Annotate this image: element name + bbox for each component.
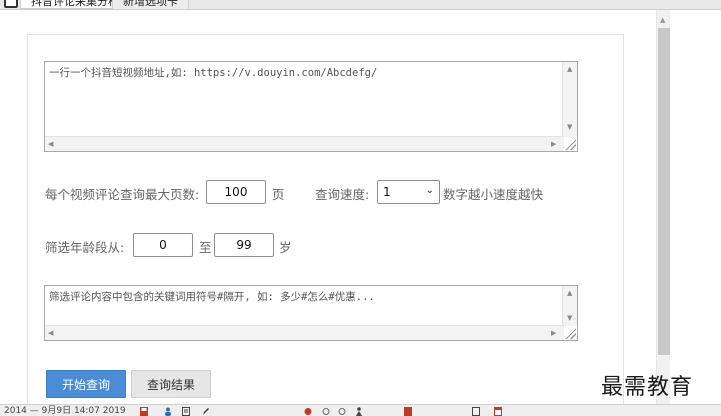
tab-bar: 抖音评论采集分析 新增选项卡 [0, 0, 721, 10]
age-label: 筛选年龄段从: [45, 240, 125, 255]
max-pages-label: 每个视频评论查询最大页数: [45, 187, 200, 202]
scrollbar-thumb[interactable] [658, 28, 670, 355]
circle-icon[interactable] [304, 407, 312, 416]
max-pages-unit: 页 [272, 187, 285, 202]
url-textarea-placeholder: 一行一个抖音短视频地址,如: https://v.douyin.com/Abcd… [49, 67, 378, 79]
grid-icon[interactable] [404, 407, 412, 416]
keyword-textarea[interactable]: 筛选评论内容中包含的关键词用符号#隔开, 如: 多少#怎么#优惠... ▲ ▼ … [44, 285, 578, 341]
status-text: 2014 — 9月9日 14:07 2019 [4, 406, 126, 416]
start-query-button[interactable]: 开始查询 [46, 370, 126, 398]
scroll-left-arrow-icon[interactable]: ◀ [48, 329, 53, 337]
app-window-icon [4, 0, 18, 8]
max-pages-input[interactable]: 100 [206, 180, 266, 204]
scroll-right-arrow-icon[interactable]: ▶ [551, 140, 556, 148]
document-icon[interactable] [182, 407, 190, 416]
age-to-input[interactable]: 99 [214, 233, 274, 257]
speed-select-value: 1 [383, 185, 391, 199]
scroll-up-arrow-icon[interactable]: ▲ [567, 289, 572, 297]
save-icon[interactable] [140, 407, 148, 416]
resize-grip-icon[interactable] [564, 138, 576, 150]
scroll-up-arrow-icon[interactable]: ▲ [660, 16, 665, 24]
circle-outline-icon-2[interactable] [338, 407, 346, 416]
user-icon[interactable] [164, 407, 172, 416]
keyword-textarea-vscroll[interactable]: ▲ ▼ [562, 286, 577, 326]
watermark: 最需教育 [601, 375, 694, 400]
speed-label: 查询速度: [315, 187, 370, 202]
pencil-icon[interactable] [202, 407, 210, 416]
scroll-down-arrow-icon[interactable]: ▼ [567, 123, 572, 131]
url-textarea-hscroll[interactable]: ◀ ▶ [45, 136, 564, 151]
window-icon[interactable] [472, 407, 480, 416]
scroll-up-arrow-icon[interactable]: ▲ [567, 65, 572, 73]
resize-grip-icon[interactable] [564, 327, 576, 339]
status-bar: 2014 — 9月9日 14:07 2019 [0, 404, 721, 416]
age-unit: 岁 [279, 240, 292, 255]
calendar-icon[interactable] [494, 407, 502, 416]
keyword-textarea-hscroll[interactable]: ◀ ▶ [45, 325, 564, 340]
page-scrollbar[interactable]: ▲ [656, 10, 670, 404]
scroll-down-arrow-icon[interactable]: ▼ [567, 314, 572, 322]
query-results-button[interactable]: 查询结果 [131, 370, 211, 398]
speed-hint: 数字越小速度越快 [443, 187, 544, 202]
keyword-textarea-placeholder: 筛选评论内容中包含的关键词用符号#隔开, 如: 多少#怎么#优惠... [49, 291, 375, 303]
scroll-left-arrow-icon[interactable]: ◀ [48, 140, 53, 148]
url-textarea-vscroll[interactable]: ▲ ▼ [562, 62, 577, 137]
age-separator: 至 [199, 240, 212, 255]
chevron-down-icon: ⌄ [425, 185, 434, 196]
url-textarea[interactable]: 一行一个抖音短视频地址,如: https://v.douyin.com/Abcd… [44, 61, 578, 152]
scroll-right-arrow-icon[interactable]: ▶ [551, 329, 556, 337]
speed-select[interactable]: 1 ⌄ [377, 180, 440, 204]
tab-new[interactable]: 新增选项卡 [112, 0, 189, 9]
circle-outline-icon[interactable] [322, 407, 330, 416]
age-from-input[interactable]: 0 [133, 233, 193, 257]
person-icon[interactable] [355, 407, 363, 416]
